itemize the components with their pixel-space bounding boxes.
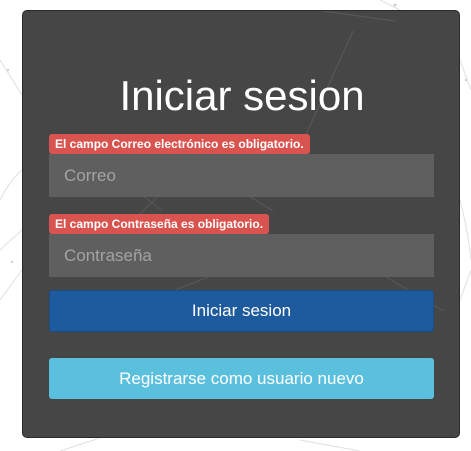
- page-title: Iniciar sesion: [119, 72, 365, 119]
- email-error-badge: El campo Correo electrónico es obligator…: [49, 134, 310, 154]
- password-field[interactable]: [49, 234, 434, 277]
- register-button[interactable]: Registrarse como usuario nuevo: [49, 358, 434, 399]
- password-error-badge: El campo Contraseña es obligatorio.: [49, 214, 270, 234]
- login-card: Iniciar sesion El campo Correo electróni…: [22, 10, 460, 438]
- email-field[interactable]: [49, 154, 434, 197]
- login-button[interactable]: Iniciar sesion: [49, 290, 434, 332]
